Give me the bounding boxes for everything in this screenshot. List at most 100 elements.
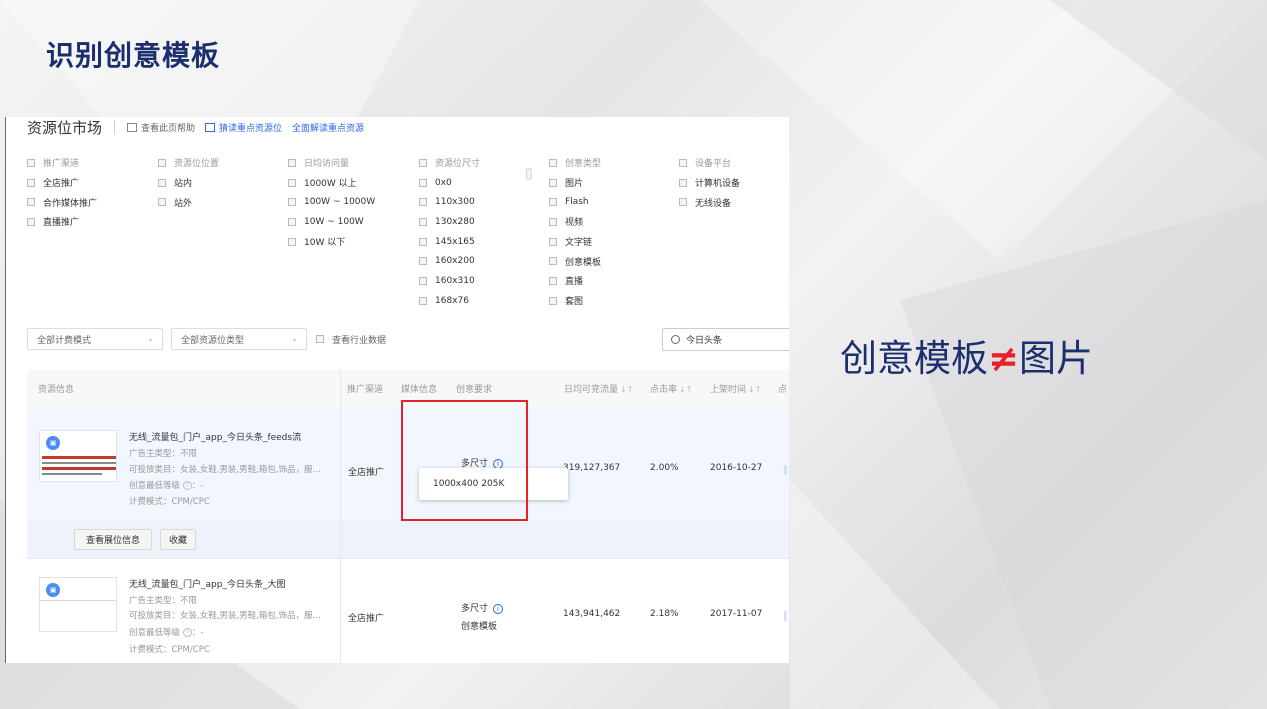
help-link[interactable]: 查看此页帮助 <box>127 121 195 134</box>
row-scroll-handle[interactable] <box>784 611 787 621</box>
resource-thumbnail: ▣ <box>39 430 117 482</box>
filter-channel: 推广渠道 全店推广 合作媒体推广 直播推广 <box>27 153 97 232</box>
checkbox-icon[interactable] <box>158 158 166 167</box>
filter-option[interactable]: 10W 以下 <box>288 232 375 252</box>
filter-option[interactable]: 168x76 <box>419 291 480 311</box>
date-cell: 2016-10-27 <box>710 463 763 473</box>
search-input[interactable]: 今日头条 <box>662 328 789 351</box>
info-icon[interactable]: i <box>493 603 504 614</box>
checkbox-icon[interactable] <box>288 217 296 226</box>
col-clip: 点 <box>778 385 788 395</box>
row-scroll-handle[interactable] <box>784 465 787 475</box>
full-guide-link[interactable]: 全面解读重点资源 <box>292 121 364 134</box>
checkbox-icon[interactable] <box>419 296 427 305</box>
filter-header[interactable]: 资源位尺寸 <box>419 153 480 173</box>
filter-option[interactable]: 无线设备 <box>679 192 740 212</box>
checkbox-icon[interactable] <box>549 198 557 207</box>
filter-option[interactable]: 创意模板 <box>549 251 601 271</box>
col-date[interactable]: 上架时间 ↓↑ <box>710 382 761 395</box>
filter-device: 设备平台 计算机设备 无线设备 <box>679 153 740 212</box>
market-header: 资源位市场 查看此页帮助 猜读重点资源位 全面解读重点资源 <box>27 117 374 137</box>
filter-header[interactable]: 设备平台 <box>679 153 740 173</box>
resource-type-select[interactable]: 全部资源位类型 ⌄ <box>171 328 307 350</box>
filter-option[interactable]: 0x0 <box>419 173 480 193</box>
filter-option[interactable]: 1000W 以上 <box>288 173 375 193</box>
filter-option[interactable]: 直播 <box>549 271 601 291</box>
billing-mode-select[interactable]: 全部计费模式 ⌄ <box>27 328 163 350</box>
checkbox-icon[interactable] <box>549 217 557 226</box>
checkbox-icon[interactable] <box>288 237 296 246</box>
filter-header[interactable]: 资源位位置 <box>158 153 219 173</box>
highlight-box <box>401 400 528 521</box>
sort-icon[interactable]: ↓↑ <box>620 385 633 394</box>
billing-mode: 计费模式：CPM/CPC <box>129 497 210 507</box>
filter-option[interactable]: 130x280 <box>419 212 480 232</box>
filter-option[interactable]: 合作媒体推广 <box>27 192 97 212</box>
checkbox-icon[interactable] <box>419 237 427 246</box>
filter-option[interactable]: 直播推广 <box>27 212 97 232</box>
filter-option[interactable]: 站外 <box>158 192 219 212</box>
filter-option[interactable]: 全店推广 <box>27 173 97 193</box>
key-resource-link[interactable]: 猜读重点资源位 <box>205 121 282 134</box>
question-icon[interactable]: ? <box>182 628 192 637</box>
checkbox-icon[interactable] <box>316 335 324 343</box>
checkbox-icon[interactable] <box>288 198 296 207</box>
filter-option[interactable]: 套图 <box>549 291 601 311</box>
sort-icon[interactable]: ↓↑ <box>679 385 692 394</box>
filter-option[interactable]: 160x310 <box>419 271 480 291</box>
checkbox-icon[interactable] <box>549 257 557 266</box>
filter-option[interactable]: 视频 <box>549 212 601 232</box>
checkbox-icon[interactable] <box>419 178 427 187</box>
sort-icon[interactable]: ↓↑ <box>748 385 761 394</box>
checkbox-icon[interactable] <box>679 198 687 207</box>
checkbox-icon[interactable] <box>679 158 687 167</box>
checkbox-icon[interactable] <box>419 276 427 285</box>
checkbox-icon[interactable] <box>419 158 427 167</box>
filter-option[interactable]: 文字链 <box>549 232 601 252</box>
filter-option[interactable]: 10W ~ 100W <box>288 212 375 232</box>
help-doc-icon <box>127 122 138 132</box>
checkbox-icon[interactable] <box>549 158 557 167</box>
checkbox-icon[interactable] <box>27 158 35 167</box>
checkbox-icon[interactable] <box>549 276 557 285</box>
checkbox-icon[interactable] <box>679 178 687 187</box>
checkbox-icon[interactable] <box>158 178 166 187</box>
industry-data-checkbox[interactable]: 查看行业数据 <box>316 328 386 350</box>
col-ctr[interactable]: 点击率 ↓↑ <box>650 382 692 395</box>
size-scrollbar[interactable] <box>526 168 532 180</box>
favorite-button[interactable]: 收藏 <box>160 529 196 550</box>
checkbox-icon[interactable] <box>27 217 35 226</box>
filter-option[interactable]: 110x300 <box>419 192 480 212</box>
checkbox-icon[interactable] <box>27 198 35 207</box>
filter-option[interactable]: Flash <box>549 192 601 212</box>
filter-option[interactable]: 160x200 <box>419 251 480 271</box>
checkbox-icon[interactable] <box>158 198 166 207</box>
question-icon[interactable]: ? <box>182 481 192 490</box>
table-row[interactable]: ▣ 无线_流量包_门户_app_今日头条_大图 广告主类型：不限 可投放类目：女… <box>27 558 789 663</box>
filter-header[interactable]: 推广渠道 <box>27 153 97 173</box>
checkbox-icon[interactable] <box>419 198 427 207</box>
checkbox-icon[interactable] <box>549 178 557 187</box>
filter-option[interactable]: 100W ~ 1000W <box>288 192 375 212</box>
filter-header[interactable]: 创意类型 <box>549 153 601 173</box>
checkbox-icon[interactable] <box>549 296 557 305</box>
col-traffic[interactable]: 日均可竞流量 ↓↑ <box>564 382 633 395</box>
filter-option[interactable]: 计算机设备 <box>679 173 740 193</box>
col-media: 媒体信息 <box>401 385 438 395</box>
filter-header[interactable]: 日均访问量 <box>288 153 375 173</box>
filter-option[interactable]: 图片 <box>549 173 601 193</box>
resource-name[interactable]: 无线_流量包_门户_app_今日头条_大图 <box>129 577 285 590</box>
checkbox-icon[interactable] <box>27 178 35 187</box>
checkbox-icon[interactable] <box>549 237 557 246</box>
filter-option[interactable]: 站内 <box>158 173 219 193</box>
filter-option[interactable]: 145x165 <box>419 232 480 252</box>
billing-mode: 计费模式：CPM/CPC <box>129 645 210 655</box>
resource-name[interactable]: 无线_流量包_门户_app_今日头条_feeds流 <box>129 430 301 443</box>
checkbox-icon[interactable] <box>288 158 296 167</box>
creative-badge-icon: ▣ <box>46 436 60 450</box>
view-position-button[interactable]: 查看展位信息 <box>74 529 152 550</box>
checkbox-icon[interactable] <box>288 178 296 187</box>
chevron-down-icon: ⌄ <box>291 334 298 343</box>
checkbox-icon[interactable] <box>419 257 427 266</box>
checkbox-icon[interactable] <box>419 217 427 226</box>
